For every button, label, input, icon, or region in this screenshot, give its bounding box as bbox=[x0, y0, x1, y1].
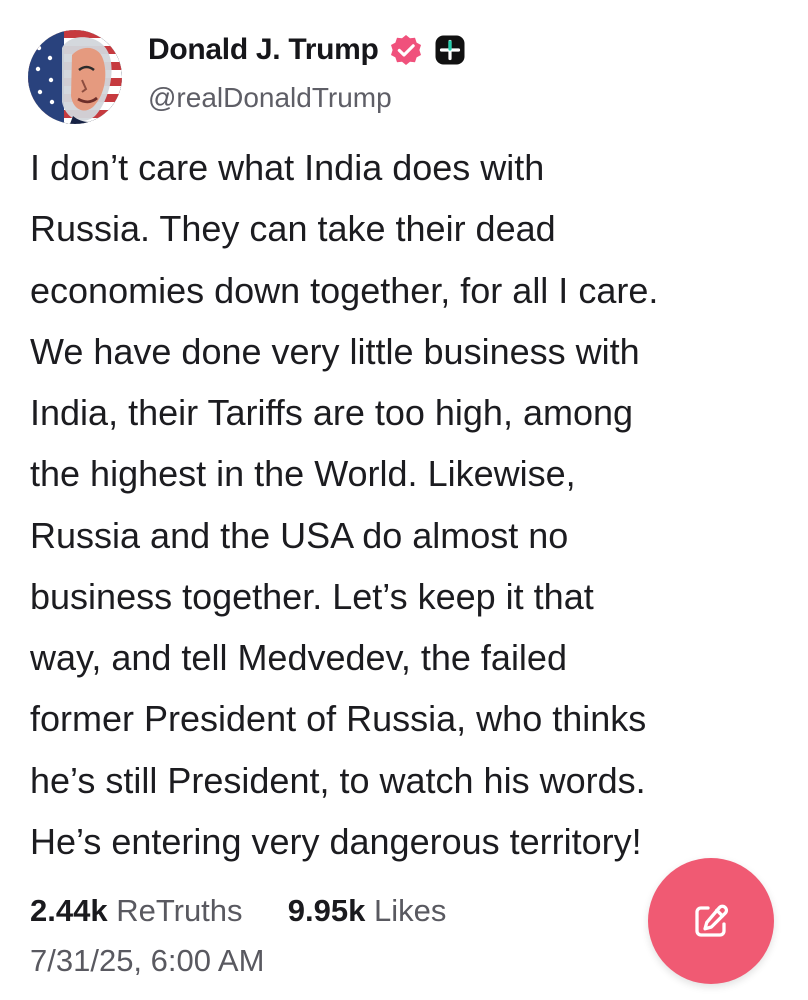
post-body-line: former President of Russia, who thinks bbox=[30, 698, 647, 740]
avatar-image bbox=[28, 30, 122, 124]
post-author: Donald J. Trump @realDonaldTrump bbox=[148, 28, 748, 128]
retruths-stat[interactable]: 2.44k ReTruths bbox=[30, 893, 251, 928]
retruths-count: 2.44k bbox=[30, 893, 108, 928]
pencil-square-icon bbox=[695, 904, 729, 937]
avatar[interactable] bbox=[28, 30, 122, 124]
likes-count: 9.95k bbox=[287, 893, 366, 928]
app-badge-icon bbox=[433, 33, 467, 67]
post-body: I don’t care what India does with Russia… bbox=[30, 137, 780, 877]
post-body-line: the highest in the World. Likewise, bbox=[30, 453, 576, 495]
author-name-row: Donald J. Trump bbox=[148, 28, 467, 72]
author-display-name[interactable]: Donald J. Trump bbox=[148, 33, 379, 67]
post-body-line: We have done very little business with bbox=[30, 330, 640, 372]
post-body-line: economies down together, for all I care. bbox=[30, 269, 659, 311]
retruths-label: ReTruths bbox=[116, 893, 243, 928]
compose-button[interactable] bbox=[648, 858, 774, 984]
post-body-line: He’s entering very dangerous territory! bbox=[30, 820, 642, 862]
post-stats: 2.44k ReTruths 9.95k Likes bbox=[30, 890, 446, 932]
author-handle[interactable]: @realDonaldTrump bbox=[148, 82, 392, 114]
post-body-line: business together. Let’s keep it that bbox=[30, 575, 594, 617]
likes-label: Likes bbox=[374, 893, 447, 928]
post-timestamp[interactable]: 7/31/25, 6:00 AM bbox=[30, 940, 264, 982]
truth-post: Donald J. Trump @realDonaldTrump I don’t… bbox=[0, 0, 808, 1000]
likes-stat[interactable]: 9.95k Likes bbox=[288, 893, 447, 928]
post-body-line: I don’t care what India does with bbox=[30, 147, 545, 188]
post-body-line: Russia and the USA do almost no bbox=[30, 514, 569, 556]
post-body-line: India, their Tariffs are too high, among bbox=[30, 392, 634, 433]
post-body-line: he’s still President, to watch his words… bbox=[30, 759, 646, 801]
verified-badge-icon bbox=[389, 33, 423, 67]
post-body-line: way, and tell Medvedev, the failed bbox=[30, 637, 567, 678]
post-body-line: Russia. They can take their dead bbox=[30, 208, 556, 250]
